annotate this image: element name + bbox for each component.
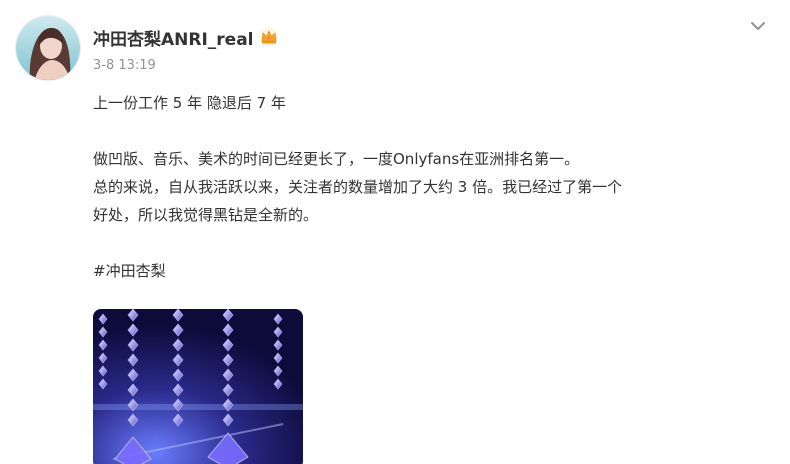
author-name[interactable]: 冲田杏梨ANRI_real xyxy=(93,25,254,50)
hashtag-link[interactable]: #冲田杏梨 xyxy=(93,262,166,280)
post-time[interactable]: 3-8 13:19 xyxy=(93,58,156,73)
post-content: 上一份工作 5 年 隐退后 7 年 做凹版、音乐、美术的时间已经更长了，一度On… xyxy=(93,89,763,285)
weibo-post: 冲田杏梨ANRI_real 3-8 13:19 上一份工作 5 年 隐退后 7 … xyxy=(0,0,790,464)
post-text-line: 好处，所以我觉得黑钻是全新的。 xyxy=(93,206,319,224)
crystal-chandelier-photo xyxy=(93,309,303,464)
post-text-line: 做凹版、音乐、美术的时间已经更长了，一度Onlyfans在亚洲排名第一。 xyxy=(93,150,580,168)
author-line: 冲田杏梨ANRI_real xyxy=(93,24,280,50)
post-image[interactable] xyxy=(93,309,303,464)
avatar[interactable] xyxy=(15,15,81,81)
avatar-photo xyxy=(16,16,80,80)
chevron-down-icon[interactable] xyxy=(746,14,770,38)
post-text-line: 上一份工作 5 年 隐退后 7 年 xyxy=(93,94,286,112)
crown-icon[interactable] xyxy=(258,26,280,48)
post-text-line: 总的来说，自从我活跃以来，关注者的数量增加了大约 3 倍。我已经过了第一个 xyxy=(93,178,623,196)
